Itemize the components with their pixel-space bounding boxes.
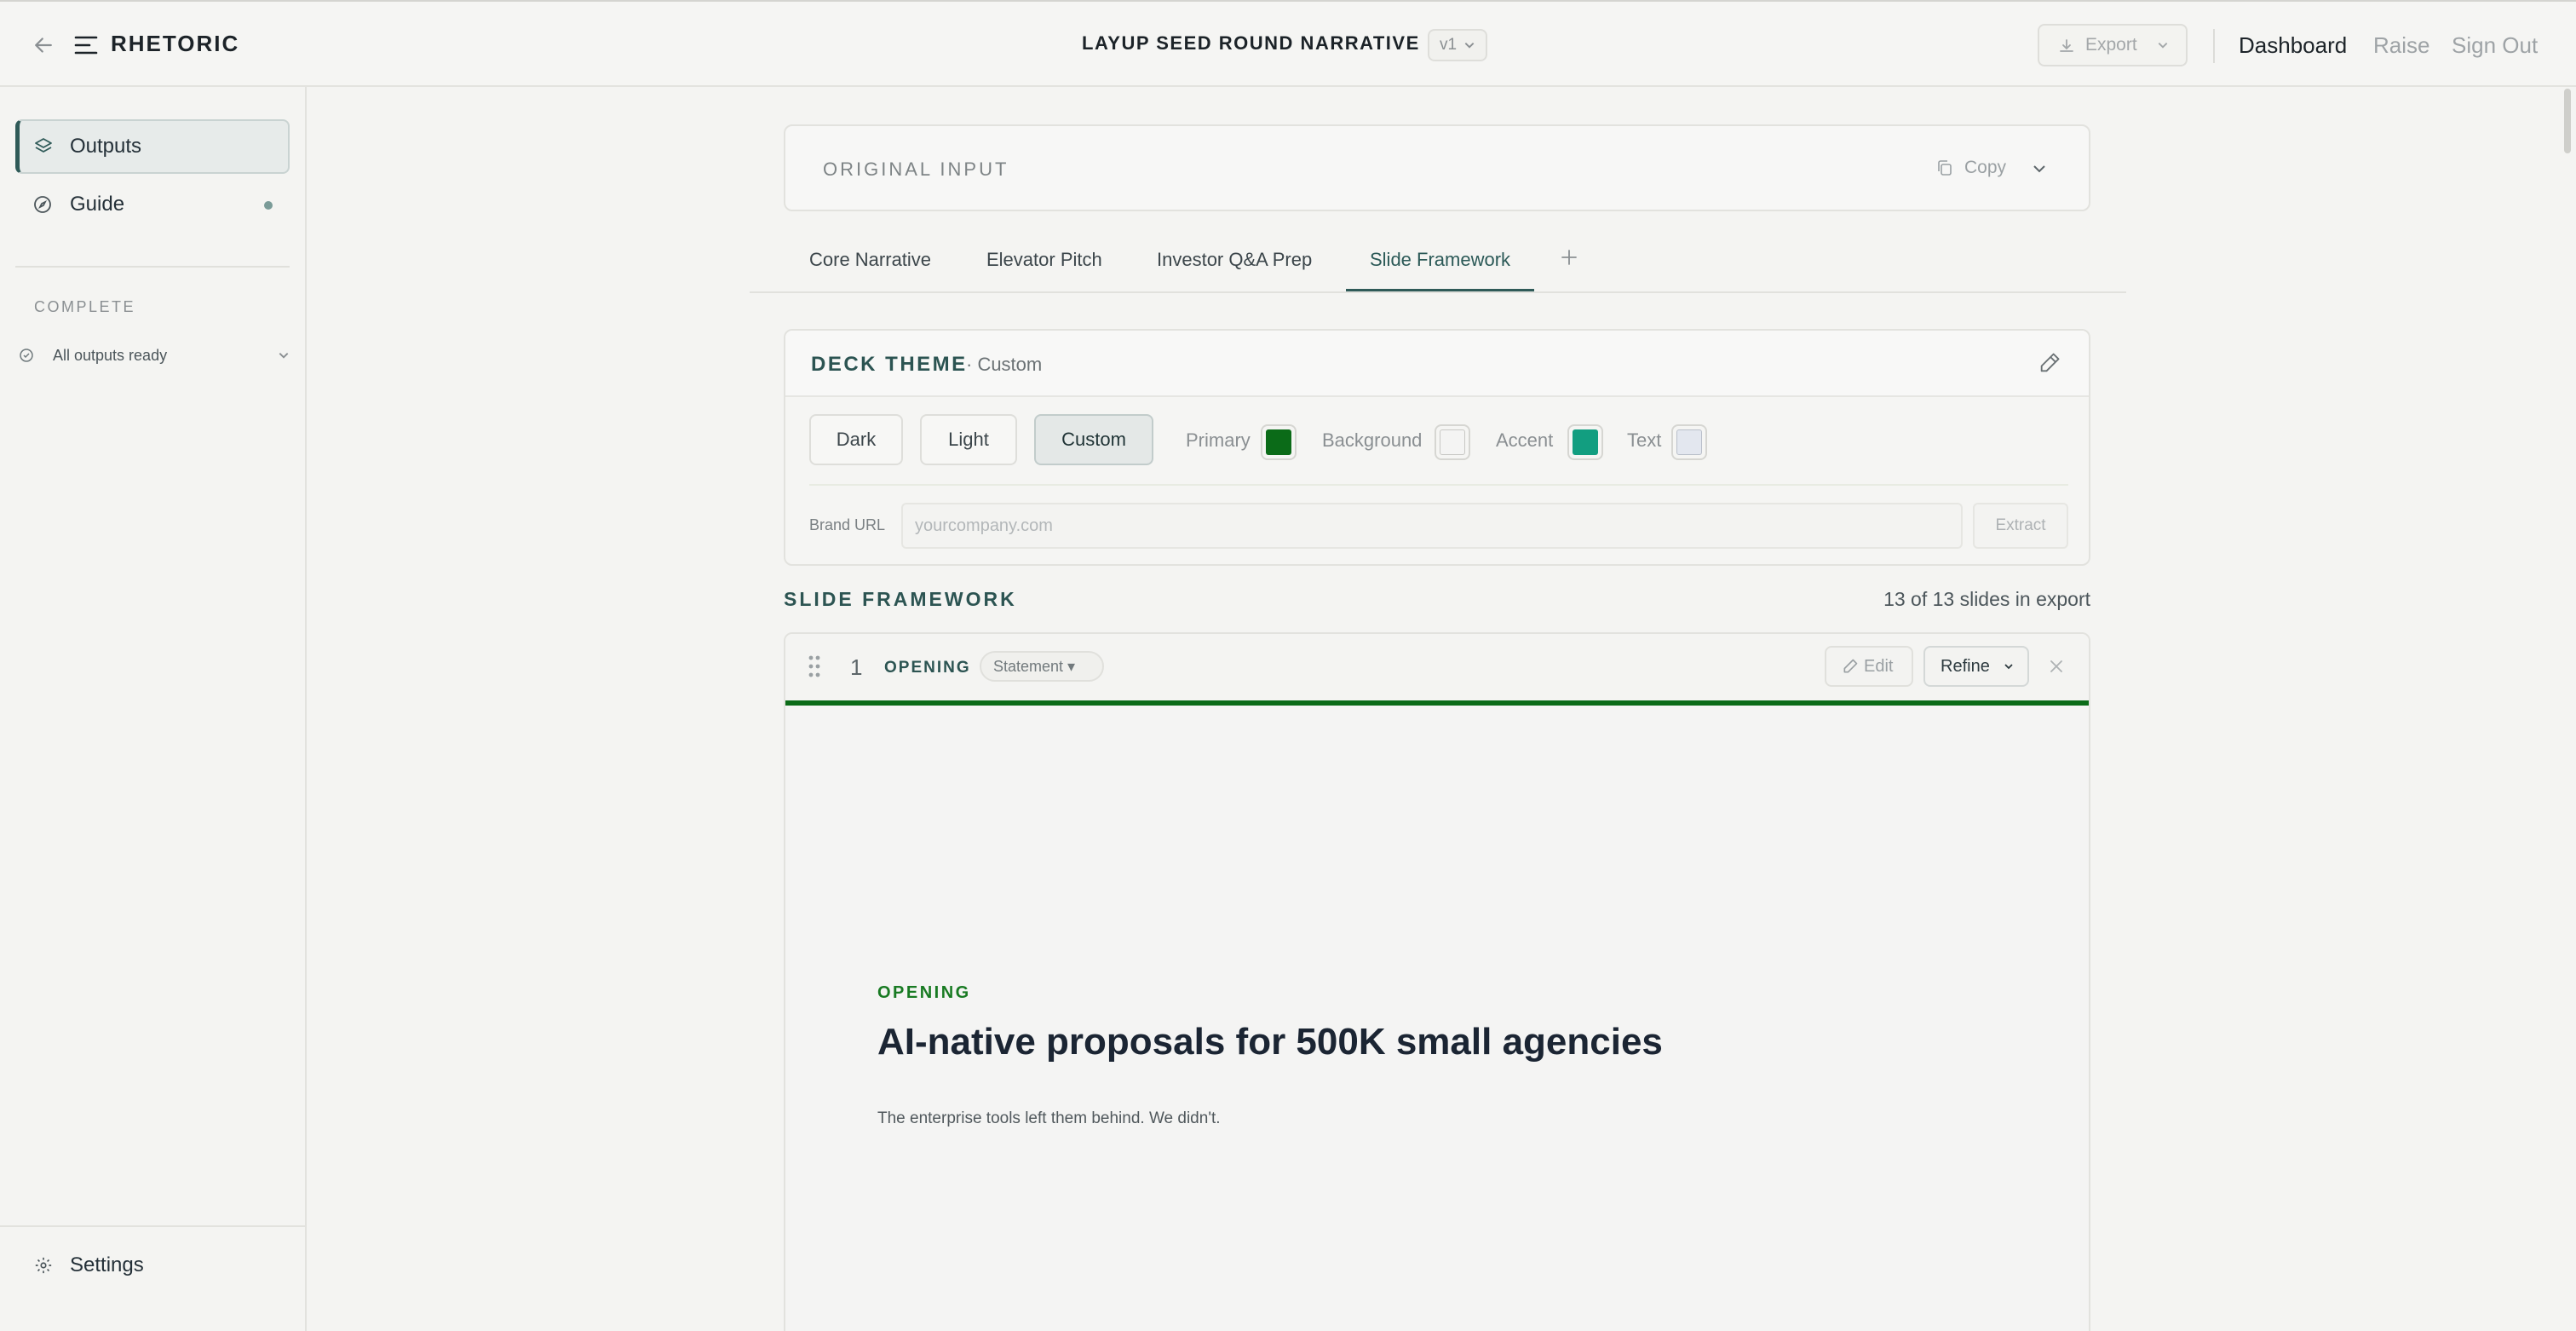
document-title: LAYUP SEED ROUND NARRATIVE <box>1082 32 1420 54</box>
menu-icon[interactable] <box>73 34 99 56</box>
export-button[interactable]: Export <box>2038 24 2188 66</box>
swatch-fill <box>1266 429 1291 455</box>
nav-dashboard[interactable]: Dashboard <box>2239 32 2347 59</box>
slide-subtitle: The enterprise tools left them behind. W… <box>877 1109 1221 1127</box>
slide-type-select[interactable]: Statement ▾ <box>980 651 1104 682</box>
refine-slide-button[interactable]: Refine <box>1923 646 2029 687</box>
original-input-card[interactable]: ORIGINAL INPUT Copy <box>784 124 2090 211</box>
version-select[interactable]: v1 <box>1428 29 1487 61</box>
theme-mode-dark[interactable]: Dark <box>809 414 903 465</box>
deck-theme-header: DECK THEME · Custom <box>785 331 2089 397</box>
sidebar-item-guide[interactable]: Guide <box>15 177 290 232</box>
extract-button[interactable]: Extract <box>1973 503 2068 549</box>
slide-eyebrow: OPENING <box>877 983 971 1002</box>
page-scrollbar[interactable] <box>2564 89 2571 153</box>
layers-icon <box>35 138 52 153</box>
slide-framework-heading: SLIDE FRAMEWORK <box>784 588 1017 610</box>
sidebar-item-label: Guide <box>70 193 125 216</box>
brand-url-label: Brand URL <box>809 516 886 533</box>
chevron-down-icon[interactable] <box>2031 160 2048 177</box>
app-brand: RHETORIC <box>111 31 240 56</box>
brand-url-input[interactable] <box>901 503 1963 549</box>
accent-color-swatch[interactable] <box>1567 424 1603 460</box>
slide-header: 1 OPENING Statement ▾ Edit Refine <box>785 634 2089 700</box>
compass-icon <box>34 196 51 213</box>
original-input-label: ORIGINAL INPUT <box>823 158 1009 180</box>
status-toggle[interactable]: All outputs ready <box>19 343 290 368</box>
status-text: All outputs ready <box>53 347 168 364</box>
settings-link[interactable]: Settings <box>34 1253 144 1278</box>
copy-icon <box>1938 160 1952 176</box>
check-circle-icon <box>20 349 33 362</box>
settings-label: Settings <box>70 1253 144 1276</box>
deck-theme-subtitle: · Custom <box>966 354 1043 375</box>
sidebar-footer-divider <box>0 1225 305 1227</box>
primary-color-swatch[interactable] <box>1261 424 1297 460</box>
chevron-down-icon <box>2004 664 2013 670</box>
back-arrow-icon[interactable] <box>31 32 56 58</box>
swatch-fill <box>1573 429 1598 455</box>
copy-button[interactable]: Copy <box>1935 157 2006 179</box>
gear-icon <box>35 1257 52 1274</box>
chevron-down-icon <box>279 353 289 359</box>
drag-handle-icon[interactable] <box>808 654 821 678</box>
sidebar-item-label: Outputs <box>70 135 142 158</box>
edit-slide-button[interactable]: Edit <box>1825 646 1913 687</box>
version-value: v1 <box>1440 36 1458 54</box>
deck-theme-title: DECK THEME <box>811 353 968 376</box>
status-heading: COMPLETE <box>34 298 136 315</box>
edit-label: Edit <box>1864 657 1894 676</box>
slide-export-count: 13 of 13 slides in export <box>1883 588 2090 610</box>
export-label: Export <box>2085 35 2137 55</box>
swatch-label-text: Text <box>1627 429 1662 451</box>
nav-sign-out[interactable]: Sign Out <box>2452 32 2538 59</box>
theme-divider <box>809 484 2068 486</box>
copy-label: Copy <box>1964 158 2007 177</box>
header-divider <box>2213 29 2215 63</box>
tab-investor-qa-prep[interactable]: Investor Q&A Prep <box>1157 249 1312 291</box>
sidebar: Outputs Guide COMPLETE All outputs ready… <box>0 87 307 1331</box>
top-bar: RHETORIC LAYUP SEED ROUND NARRATIVE v1 E… <box>0 0 2576 87</box>
output-tabs: Core Narrative Elevator Pitch Investor Q… <box>750 240 2126 293</box>
slide-title: AI-native proposals for 500K small agenc… <box>877 1021 1663 1063</box>
download-icon <box>2060 39 2073 52</box>
refine-label: Refine <box>1941 657 1990 676</box>
pencil-icon <box>1843 659 1858 673</box>
deck-theme-card: DECK THEME · Custom Dark Light Custom Pr… <box>784 329 2090 566</box>
plus-icon[interactable] <box>1559 247 1579 268</box>
swatch-label-primary: Primary <box>1186 429 1251 451</box>
nav-raise[interactable]: Raise <box>2373 32 2429 59</box>
theme-mode-light[interactable]: Light <box>920 414 1017 465</box>
sidebar-item-outputs[interactable]: Outputs <box>15 119 290 174</box>
slide-preview: OPENING AI-native proposals for 500K sma… <box>785 706 2089 1331</box>
slide-card: 1 OPENING Statement ▾ Edit Refine OPENIN… <box>784 632 2090 1331</box>
swatch-fill <box>1440 429 1465 455</box>
close-icon[interactable] <box>2048 658 2065 675</box>
chevron-down-icon <box>1464 43 1475 49</box>
background-color-swatch[interactable] <box>1435 424 1470 460</box>
swatch-label-background: Background <box>1322 429 1423 451</box>
text-color-swatch[interactable] <box>1671 424 1707 460</box>
tab-elevator-pitch[interactable]: Elevator Pitch <box>986 249 1102 291</box>
swatch-fill <box>1676 429 1702 455</box>
slide-number: 1 <box>850 654 863 680</box>
chevron-down-icon <box>2158 43 2168 49</box>
notification-dot <box>264 201 273 210</box>
slide-section-label: OPENING <box>884 659 971 677</box>
tab-core-narrative[interactable]: Core Narrative <box>809 249 931 291</box>
tab-slide-framework[interactable]: Slide Framework <box>1346 249 1535 291</box>
swatch-label-accent: Accent <box>1496 429 1554 451</box>
sidebar-divider <box>15 266 290 268</box>
pencil-icon[interactable] <box>2038 351 2061 375</box>
theme-mode-custom[interactable]: Custom <box>1034 414 1153 465</box>
